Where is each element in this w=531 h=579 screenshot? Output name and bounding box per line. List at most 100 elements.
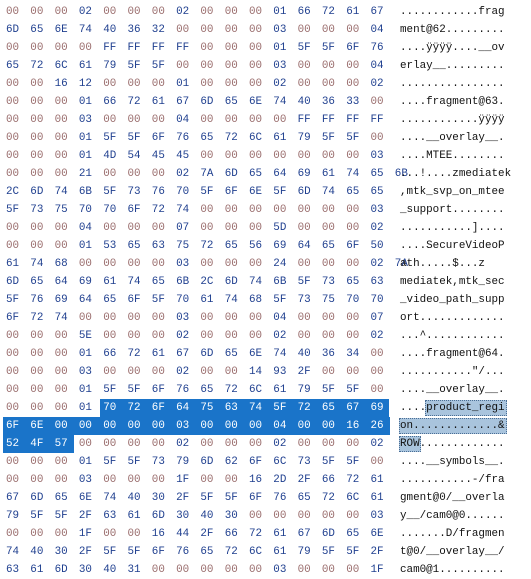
- hex-byte[interactable]: 66: [103, 345, 122, 363]
- hex-byte[interactable]: 56: [249, 237, 268, 255]
- hex-byte[interactable]: 00: [249, 147, 268, 165]
- hex-byte[interactable]: 00: [371, 381, 390, 399]
- hex-byte[interactable]: 00: [322, 147, 341, 165]
- hex-byte[interactable]: 01: [273, 39, 292, 57]
- hex-byte[interactable]: 00: [322, 507, 341, 525]
- hex-byte[interactable]: 61: [30, 561, 49, 579]
- hex-byte[interactable]: 00: [249, 21, 268, 39]
- hex-byte[interactable]: 65: [103, 291, 122, 309]
- hex-byte[interactable]: 00: [273, 147, 292, 165]
- hex-byte[interactable]: 00: [176, 561, 195, 579]
- hex-byte[interactable]: 65: [200, 129, 219, 147]
- hex-byte[interactable]: 21: [79, 165, 98, 183]
- hex-byte[interactable]: 5F: [322, 453, 341, 471]
- hex-byte[interactable]: 5F: [128, 57, 147, 75]
- hex-byte[interactable]: 00: [346, 327, 365, 345]
- hex-byte[interactable]: 72: [128, 399, 147, 417]
- hex-byte[interactable]: 00: [55, 417, 74, 435]
- hex-byte[interactable]: 6D: [225, 165, 244, 183]
- hex-byte[interactable]: 65: [346, 525, 365, 543]
- hex-byte[interactable]: 00: [176, 57, 195, 75]
- hex-byte[interactable]: 00: [200, 561, 219, 579]
- hex-byte[interactable]: 63: [6, 561, 25, 579]
- hex-byte[interactable]: 00: [55, 147, 74, 165]
- hex-byte[interactable]: 6C: [346, 489, 365, 507]
- hex-byte[interactable]: 74: [79, 21, 98, 39]
- hex-byte[interactable]: 00: [152, 219, 171, 237]
- hex-byte[interactable]: 61: [79, 57, 98, 75]
- hex-byte[interactable]: 65: [322, 399, 341, 417]
- hex-byte[interactable]: 00: [152, 327, 171, 345]
- hex-byte[interactable]: 74: [103, 489, 122, 507]
- hex-byte[interactable]: 16: [249, 471, 268, 489]
- hex-byte[interactable]: 63: [225, 399, 244, 417]
- hex-byte[interactable]: 5F: [346, 381, 365, 399]
- hex-byte[interactable]: 67: [176, 93, 195, 111]
- hex-byte[interactable]: 5F: [225, 489, 244, 507]
- hex-byte[interactable]: 45: [176, 147, 195, 165]
- hex-byte[interactable]: 67: [6, 489, 25, 507]
- hex-byte[interactable]: 00: [346, 147, 365, 165]
- hex-byte[interactable]: 00: [30, 237, 49, 255]
- hex-byte[interactable]: 00: [298, 75, 317, 93]
- hex-byte[interactable]: 07: [371, 309, 390, 327]
- hex-byte[interactable]: 00: [79, 417, 98, 435]
- hex-byte[interactable]: 74: [322, 183, 341, 201]
- hex-byte[interactable]: 69: [371, 399, 390, 417]
- hex-byte[interactable]: 02: [273, 435, 292, 453]
- hex-byte[interactable]: 04: [371, 21, 390, 39]
- hex-byte[interactable]: 6F: [346, 237, 365, 255]
- hex-byte[interactable]: 00: [273, 507, 292, 525]
- hex-byte[interactable]: 01: [79, 93, 98, 111]
- hex-byte[interactable]: 00: [298, 309, 317, 327]
- hex-byte[interactable]: 00: [79, 435, 98, 453]
- hex-byte[interactable]: 00: [152, 417, 171, 435]
- hex-byte[interactable]: 40: [298, 345, 317, 363]
- hex-byte[interactable]: 00: [128, 219, 147, 237]
- hex-byte[interactable]: 52: [6, 435, 25, 453]
- hex-byte[interactable]: 63: [371, 273, 390, 291]
- hex-byte[interactable]: 03: [79, 111, 98, 129]
- hex-byte[interactable]: 6E: [371, 525, 390, 543]
- hex-byte[interactable]: 6F: [152, 543, 171, 561]
- hex-byte[interactable]: 5F: [152, 291, 171, 309]
- hex-byte[interactable]: 61: [6, 255, 25, 273]
- hex-byte[interactable]: 00: [225, 417, 244, 435]
- hex-byte[interactable]: 61: [346, 3, 365, 21]
- hex-byte[interactable]: 2F: [298, 471, 317, 489]
- hex-byte[interactable]: 02: [371, 219, 390, 237]
- hex-byte[interactable]: 00: [225, 57, 244, 75]
- hex-byte[interactable]: 62: [225, 453, 244, 471]
- hex-byte[interactable]: 73: [128, 183, 147, 201]
- hex-byte[interactable]: FF: [298, 111, 317, 129]
- hex-byte[interactable]: 2F: [298, 363, 317, 381]
- hex-byte[interactable]: 00: [6, 237, 25, 255]
- hex-byte[interactable]: 04: [371, 57, 390, 75]
- hex-byte[interactable]: 2D: [273, 471, 292, 489]
- hex-byte[interactable]: 00: [200, 147, 219, 165]
- hex-byte[interactable]: FF: [152, 39, 171, 57]
- hex-byte[interactable]: 5F: [128, 381, 147, 399]
- hex-byte[interactable]: 5F: [103, 543, 122, 561]
- hex-byte[interactable]: 01: [79, 147, 98, 165]
- hex-byte[interactable]: 74: [176, 201, 195, 219]
- hex-byte[interactable]: 5F: [103, 183, 122, 201]
- hex-byte[interactable]: 00: [55, 237, 74, 255]
- hex-byte[interactable]: 00: [6, 165, 25, 183]
- hex-byte[interactable]: 67: [371, 3, 390, 21]
- hex-byte[interactable]: 6F: [249, 489, 268, 507]
- hex-byte[interactable]: 00: [103, 3, 122, 21]
- hex-byte[interactable]: 6D: [322, 525, 341, 543]
- hex-byte[interactable]: FF: [128, 39, 147, 57]
- hex-byte[interactable]: 00: [55, 363, 74, 381]
- hex-byte[interactable]: 00: [346, 435, 365, 453]
- hex-byte[interactable]: 00: [79, 255, 98, 273]
- hex-byte[interactable]: 5F: [322, 381, 341, 399]
- hex-byte[interactable]: 5F: [30, 507, 49, 525]
- hex-byte[interactable]: 76: [176, 543, 195, 561]
- hex-byte[interactable]: 00: [249, 201, 268, 219]
- hex-byte[interactable]: 6E: [55, 21, 74, 39]
- hex-byte[interactable]: 00: [55, 129, 74, 147]
- hex-byte[interactable]: 5F: [298, 39, 317, 57]
- hex-byte[interactable]: 61: [128, 507, 147, 525]
